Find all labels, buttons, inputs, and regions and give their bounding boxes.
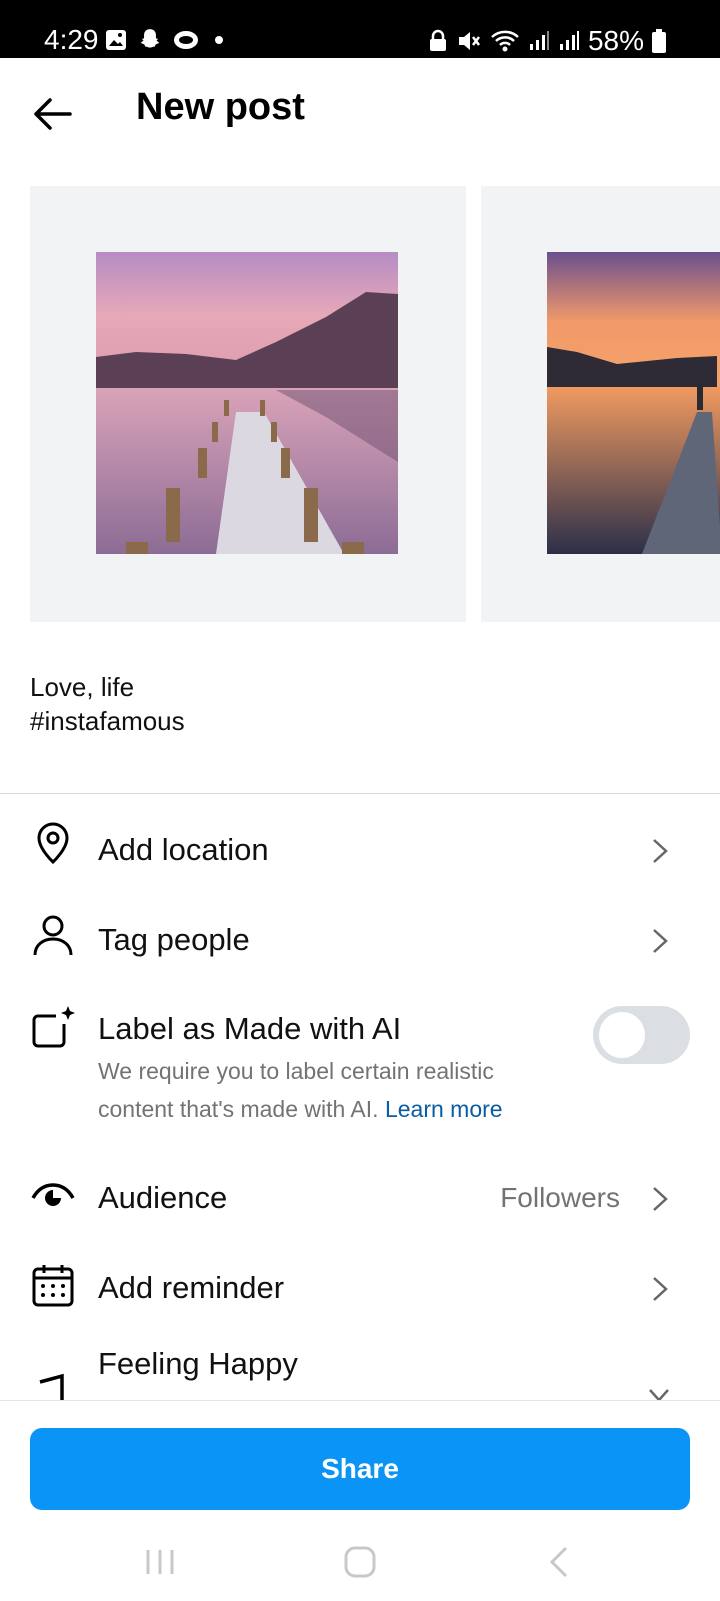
page-title: New post xyxy=(136,86,305,128)
signal-icon xyxy=(529,31,549,50)
eye-icon xyxy=(31,1183,75,1206)
carousel-slide-2[interactable] xyxy=(481,186,720,622)
location-pin-icon xyxy=(37,822,69,865)
battery-icon xyxy=(652,29,666,53)
caption-text[interactable]: Love, life #instafamous xyxy=(30,670,185,738)
notification-icons xyxy=(104,27,223,53)
share-button[interactable]: Share xyxy=(30,1428,690,1510)
system-nav-bar xyxy=(0,1528,720,1600)
signal-icon-2 xyxy=(559,31,579,50)
chevron-right-icon xyxy=(653,839,668,863)
ai-sparkle-icon xyxy=(32,1006,75,1048)
audience-label: Audience xyxy=(98,1180,228,1215)
media-carousel[interactable] xyxy=(0,186,720,622)
audience-value: Followers xyxy=(500,1182,620,1213)
chevron-right-icon xyxy=(653,1277,668,1301)
ai-label-description: We require you to label certain realisti… xyxy=(98,1052,558,1128)
audience-row[interactable]: Audience Followers xyxy=(0,1158,720,1240)
system-icons: 58% xyxy=(428,25,666,57)
ai-label-toggle[interactable] xyxy=(593,1006,690,1064)
back-nav-icon[interactable] xyxy=(540,1542,580,1582)
recent-apps-icon[interactable] xyxy=(140,1542,180,1582)
home-icon[interactable] xyxy=(340,1542,380,1582)
add-location-row[interactable]: Add location xyxy=(0,810,720,892)
carousel-slide-1[interactable] xyxy=(30,186,466,622)
photo-pier-orange-sunset xyxy=(547,252,720,554)
snapchat-icon xyxy=(140,29,160,48)
caption-line-1: Love, life xyxy=(30,672,135,702)
toggle-knob xyxy=(599,1012,645,1058)
gallery-icon xyxy=(106,30,126,50)
wifi-icon xyxy=(491,30,519,52)
status-bar: 4:29 58% xyxy=(0,0,720,58)
chevron-down-icon xyxy=(649,1389,669,1400)
feeling-row[interactable]: Feeling Happy xyxy=(0,1338,720,1400)
chevron-right-icon xyxy=(653,1187,668,1211)
status-time: 4:29 xyxy=(44,24,99,55)
divider xyxy=(0,793,720,794)
tag-people-row[interactable]: Tag people xyxy=(0,900,720,982)
battery-percent: 58% xyxy=(587,25,644,56)
chevron-right-icon xyxy=(653,929,668,953)
add-reminder-label: Add reminder xyxy=(98,1270,285,1305)
caption-line-2: #instafamous xyxy=(30,706,185,736)
more-notifications-icon xyxy=(215,36,223,44)
header: New post xyxy=(0,58,720,168)
ai-label-title: Label as Made with AI xyxy=(98,1011,402,1046)
lock-icon xyxy=(429,29,446,51)
back-arrow-icon[interactable] xyxy=(28,90,76,138)
tag-people-label: Tag people xyxy=(98,922,250,957)
photo-pier-pink-sunset xyxy=(96,252,398,554)
add-reminder-row[interactable]: Add reminder xyxy=(0,1248,720,1330)
cloud-icon xyxy=(174,31,198,49)
learn-more-link[interactable]: Learn more xyxy=(385,1096,503,1122)
calendar-icon xyxy=(32,1265,74,1307)
music-note-icon xyxy=(39,1373,64,1400)
add-location-label: Add location xyxy=(98,832,269,867)
feeling-label: Feeling Happy xyxy=(98,1346,298,1381)
person-icon xyxy=(33,915,73,956)
mute-icon xyxy=(458,32,480,50)
